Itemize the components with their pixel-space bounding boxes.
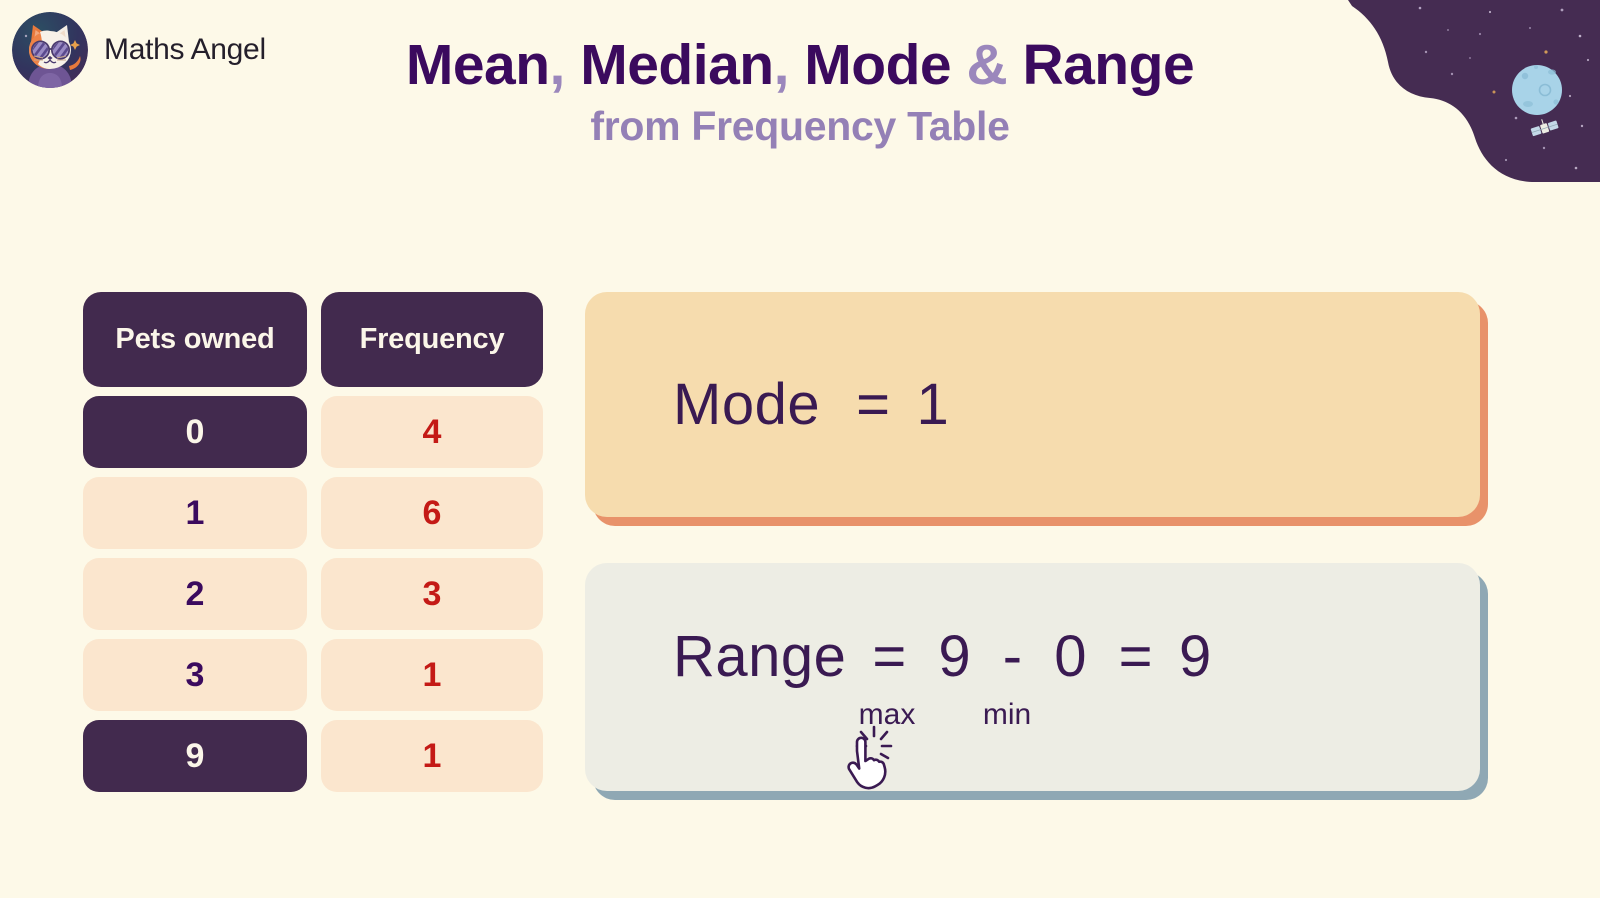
table-row[interactable]: 4 — [321, 396, 543, 468]
range-card[interactable]: Range = 9 - 0 = 9 max min — [585, 563, 1488, 800]
column-pets-owned: Pets owned 0 1 2 3 9 — [83, 292, 307, 792]
range-minus-sign: - — [1002, 623, 1023, 689]
title-mode: Mode — [788, 33, 967, 97]
mode-card[interactable]: Mode = 1 — [585, 292, 1488, 526]
table-row[interactable]: 1 — [321, 639, 543, 711]
title-range: Range — [1007, 33, 1195, 97]
title-ampersand: & — [966, 33, 1008, 97]
mode-card-face: Mode = 1 — [585, 292, 1480, 517]
moon-icon — [1512, 65, 1562, 115]
cat-avatar-icon — [12, 12, 88, 88]
range-min-value: 0 — [1054, 623, 1087, 689]
table-row[interactable]: 1 — [321, 720, 543, 792]
results-panel: Mode = 1 Range = 9 - 0 = 9 max min — [585, 292, 1488, 800]
space-blob-icon — [1348, 0, 1600, 182]
title-median: Median — [564, 33, 774, 97]
range-min-label: min — [982, 697, 1032, 731]
column-frequency: Frequency 4 6 3 1 1 — [321, 292, 543, 792]
table-row[interactable]: 3 — [83, 639, 307, 711]
table-header-pets-owned: Pets owned — [83, 292, 307, 387]
frequency-table: Pets owned 0 1 2 3 9 Frequency 4 6 3 1 1 — [83, 292, 543, 792]
table-row[interactable]: 0 — [83, 396, 307, 468]
lesson-stage: Pets owned 0 1 2 3 9 Frequency 4 6 3 1 1… — [0, 292, 1600, 812]
mode-value: 1 — [916, 372, 950, 437]
range-max-value: 9 — [938, 623, 972, 689]
range-annotations: max min — [585, 698, 1480, 732]
satellite-icon — [1530, 119, 1559, 137]
mode-equals-sign: = — [856, 372, 891, 437]
table-row[interactable]: 2 — [83, 558, 307, 630]
brand-logo[interactable]: Maths Angel — [12, 12, 266, 88]
range-max-label: max — [858, 697, 916, 731]
table-row[interactable]: 9 — [83, 720, 307, 792]
range-card-face: Range = 9 - 0 = 9 max min — [585, 563, 1480, 791]
brand-name: Maths Angel — [104, 33, 266, 66]
mode-label: Mode — [673, 372, 821, 437]
table-row[interactable]: 6 — [321, 477, 543, 549]
table-header-frequency: Frequency — [321, 292, 543, 387]
title-comma-1: , — [549, 33, 566, 97]
table-row[interactable]: 1 — [83, 477, 307, 549]
mode-equation: Mode = 1 — [585, 371, 1480, 438]
range-equation: Range = 9 - 0 = 9 — [585, 623, 1480, 690]
range-result: 9 — [1179, 623, 1212, 689]
range-equals-sign-1: = — [872, 623, 907, 689]
title-comma-2: , — [773, 33, 790, 97]
range-equals-sign-2: = — [1118, 623, 1153, 689]
range-label: Range — [673, 623, 847, 689]
title-mean: Mean — [405, 33, 550, 97]
page-subtitle: from Frequency Table — [590, 102, 1010, 149]
table-row[interactable]: 3 — [321, 558, 543, 630]
